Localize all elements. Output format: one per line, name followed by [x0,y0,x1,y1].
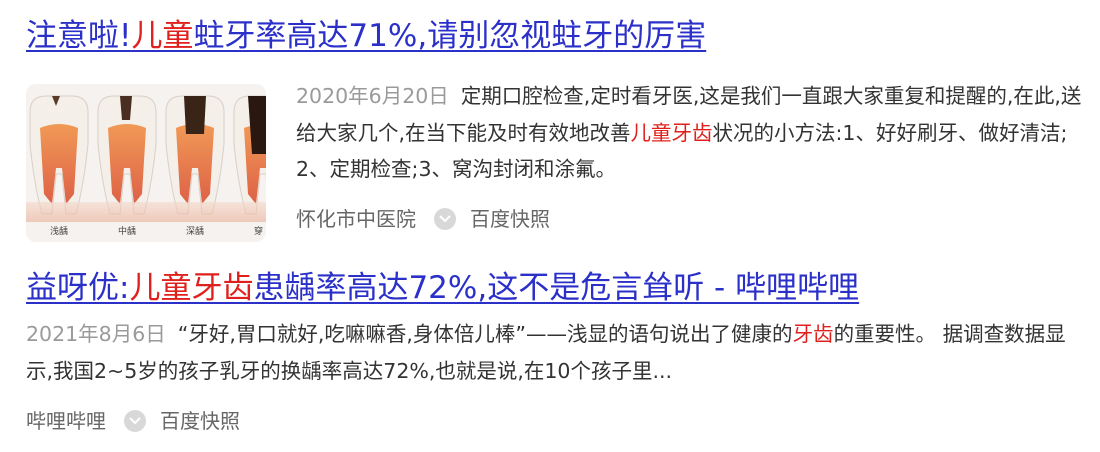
abstract-keyword-highlight: 牙齿 [792,322,834,346]
source-name: 怀化市中医院 [296,207,416,231]
result-title-link[interactable]: 益呀优:儿童牙齿患龋率高达72%,这不是危言耸听 - 哔哩哔哩 [26,266,859,310]
snapshot-chevron-icon[interactable] [434,208,456,230]
title-keyword-highlight: 儿童 [131,18,194,54]
result-abstract: 2020年6月20日 定期口腔检查,定时看牙医,这是我们一直跟大家重复和提醒的,在… [296,78,1086,188]
tooth-decay-stages-image: 浅龋 中龋 深龋 穿 [26,95,266,237]
result-abstract: 2021年8月6日 “牙好,胃口就好,吃嘛嘛香,身体倍儿棒”——浅显的语句说出了健… [26,316,1076,389]
thumb-caption: 穿 [254,225,263,237]
tooth-2 [97,95,157,215]
thumb-caption: 中龋 [118,225,136,237]
title-keyword-highlight: 儿童牙齿 [129,270,254,306]
thumb-caption: 浅龋 [50,225,68,237]
result-date: 2021年8月6日 [26,322,166,346]
title-text: 患龋率高达72%,这不是危言耸听 - 哔哩哔哩 [253,270,860,306]
title-text: 注意啦! [26,18,132,54]
snapshot-chevron-icon[interactable] [124,410,146,432]
result-date: 2020年6月20日 [296,84,449,108]
abstract-text: “牙好,胃口就好,吃嘛嘛香,身体倍儿棒”——浅显的语句说出了健康的 [177,322,793,346]
snapshot-link[interactable]: 百度快照 [160,406,240,436]
source-name: 哔哩哔哩 [26,409,106,433]
tooth-1 [29,95,89,215]
abstract-keyword-highlight: 儿童牙齿 [630,120,713,145]
result-source-row: 哔哩哔哩 百度快照 [26,406,240,436]
result-title-link[interactable]: 注意啦!儿童蛀牙率高达71%,请别忽视蛀牙的厉害 [26,14,706,58]
tooth-4 [233,95,266,215]
result-thumbnail[interactable]: 浅龋 中龋 深龋 穿 [26,84,266,242]
tooth-3 [165,95,225,215]
title-text: 蛀牙率高达71%,请别忽视蛀牙的厉害 [193,18,707,54]
result-source-row: 怀化市中医院 百度快照 [296,204,550,234]
thumb-caption: 深龋 [186,225,204,237]
snapshot-link[interactable]: 百度快照 [470,204,550,234]
title-text: 益呀优: [26,270,130,306]
